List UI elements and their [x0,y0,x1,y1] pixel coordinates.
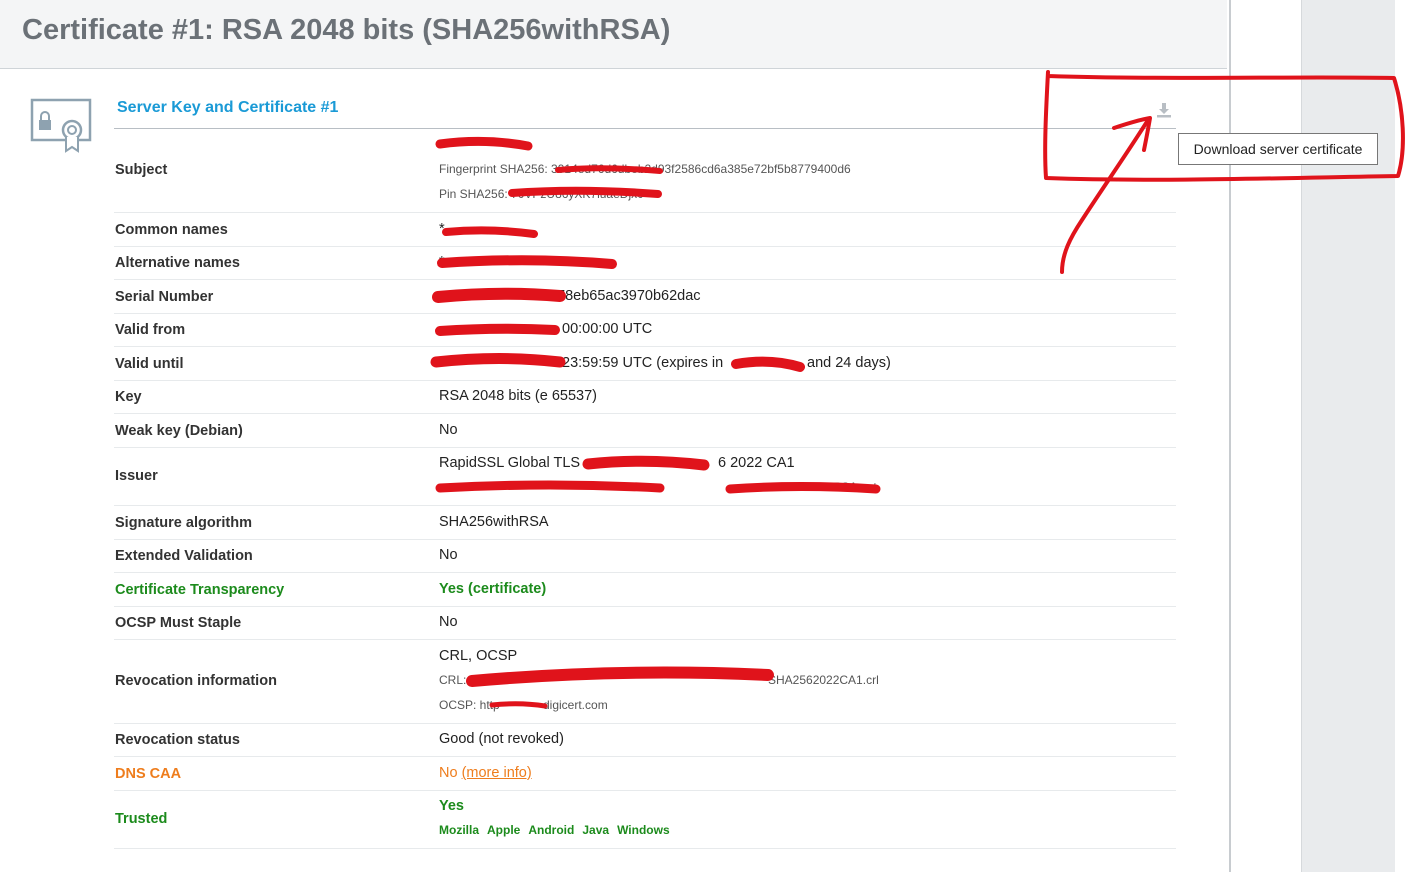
revocation-crl-tail: SHA2562022CA1.crl [768,673,879,687]
label-key: Key [115,389,142,405]
section-divider [114,128,1176,129]
value-signature-algorithm: SHA256withRSA [439,514,549,530]
label-ocsp-must-staple: OCSP Must Staple [115,615,242,631]
label-revocation-information: Revocation information [115,673,277,689]
label-dns-caa: DNS CAA [115,766,182,782]
row-subject: Subject Fingerprint SHA256: 3914ed76d6db… [114,131,1176,213]
value-ocsp-must-staple: No [439,614,458,630]
row-alternative-names: Alternative names * [114,246,1176,280]
row-ocsp-must-staple: OCSP Must Staple No [114,606,1176,640]
row-revocation-information: Revocation information CRL, OCSP CRL: SH… [114,640,1176,724]
row-valid-until: Valid until 23:59:59 UTC (expires in and… [114,347,1176,381]
dns-caa-more-info-link[interactable]: (more info) [462,765,532,781]
label-alternative-names: Alternative names [115,255,240,271]
value-revocation-information: CRL, OCSP [439,648,518,664]
store-java: Java [582,823,610,837]
dns-caa-status: No [439,765,458,781]
label-weak-key: Weak key (Debian) [115,423,243,439]
download-tooltip: Download server certificate [1178,133,1378,165]
revocation-ocsp: OCSP: http [439,698,500,712]
section-title: Server Key and Certificate #1 [117,99,339,116]
label-subject: Subject [115,162,168,178]
row-issuer: Issuer RapidSSL Global TLS 6 2022 CA1 Gl… [114,447,1176,506]
row-weak-key: Weak key (Debian) No [114,414,1176,448]
value-trusted: Yes [439,798,464,814]
store-windows: Windows [617,823,670,837]
subject-fingerprint: Fingerprint SHA256: 3914ed76d6dbeb2d93f2… [439,162,851,176]
row-key: Key RSA 2048 bits (e 65537) [114,380,1176,414]
label-valid-until: Valid until [115,356,184,372]
main-panel: Certificate #1: RSA 2048 bits (SHA256wit… [0,0,1231,872]
label-signature-algorithm: Signature algorithm [115,515,252,531]
value-revocation-status: Good (not revoked) [439,731,564,747]
value-valid-until: 23:59:59 UTC (expires in [562,355,724,371]
certificate-icon [30,98,92,153]
store-android: Android [528,823,575,837]
value-valid-from: 00:00:00 UTC [562,321,653,337]
trust-stores: Mozilla Apple Android Java Windows [439,823,678,837]
side-scroll-area [1301,0,1395,872]
row-serial-number: Serial Number 78eb65ac3970b62dac [114,280,1176,314]
row-extended-validation: Extended Validation No [114,539,1176,573]
label-serial-number: Serial Number [115,289,214,305]
label-revocation-status: Revocation status [115,732,240,748]
label-certificate-transparency: Certificate Transparency [115,582,285,598]
value-serial-number: 78eb65ac3970b62dac [557,288,701,304]
value-dns-caa: No (more info) [439,765,532,781]
revocation-crl: CRL: [439,673,467,687]
value-valid-until-tail: and 24 days) [807,355,891,371]
value-common-names: *. [439,221,449,237]
download-icon[interactable] [1156,102,1172,118]
row-certificate-transparency: Certificate Transparency Yes (certificat… [114,573,1176,607]
value-alternative-names: * [439,254,445,270]
issuer-aia: GlobalTLSRSA .crt [776,480,877,494]
store-apple: Apple [487,823,521,837]
label-issuer: Issuer [115,468,158,484]
label-common-names: Common names [115,222,228,238]
row-valid-from: Valid from 00:00:00 UTC [114,313,1176,347]
label-trusted: Trusted [115,811,168,827]
store-mozilla: Mozilla [439,823,480,837]
page-title: Certificate #1: RSA 2048 bits (SHA256wit… [22,14,671,46]
certificate-header: Certificate #1: RSA 2048 bits (SHA256wit… [0,0,1227,69]
label-extended-validation: Extended Validation [115,548,253,564]
value-issuer-tail: 6 2022 CA1 [718,455,795,471]
label-valid-from: Valid from [115,322,186,338]
value-extended-validation: No [439,547,458,563]
row-common-names: Common names *. [114,213,1176,247]
row-trusted: Trusted Yes Mozilla Apple Android Java Windo… [114,790,1176,849]
value-issuer: RapidSSL Global TLS [439,455,581,471]
row-signature-algorithm: Signature algorithm SHA256withRSA [114,506,1176,540]
subject-pin: Pin SHA256: 70VPzU86yXK7iuaeDjx0= [439,187,651,201]
revocation-ocsp-tail: digicert.com [543,698,608,712]
row-dns-caa: DNS CAA No (more info) [114,757,1176,791]
value-weak-key: No [439,422,458,438]
row-revocation-status: Revocation status Good (not revoked) [114,723,1176,757]
value-key: RSA 2048 bits (e 65537) [439,388,597,404]
value-certificate-transparency: Yes (certificate) [439,581,547,597]
